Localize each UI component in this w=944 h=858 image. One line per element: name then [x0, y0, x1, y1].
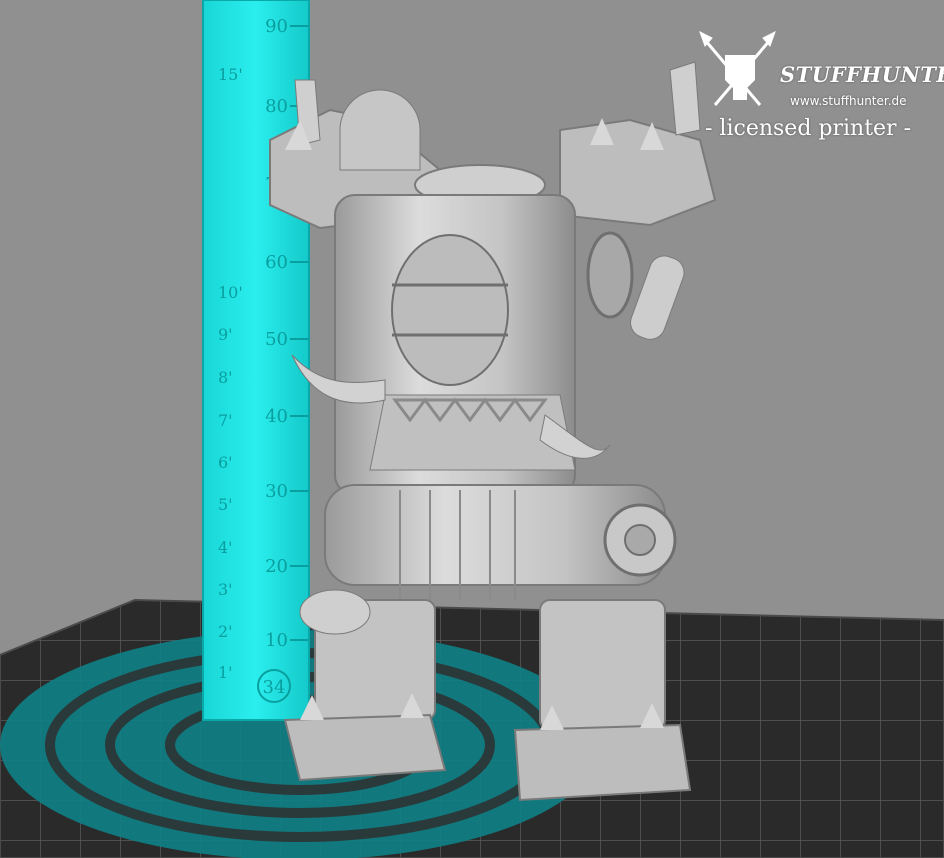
ruler-inch-label: 4': [218, 538, 233, 557]
ruler-cm-label: 60: [265, 252, 288, 273]
ruler-inch-label: 2': [218, 622, 233, 641]
ruler-cm-label: 30: [265, 481, 288, 502]
scale-ruler: 90807060504030201015'10'9'8'7'6'5'4'3'2'…: [202, 0, 310, 721]
ruler-inch-label: 7': [218, 411, 233, 430]
ruler-cm-label: 80: [265, 96, 288, 117]
ruler-badge: 34: [263, 677, 286, 698]
ruler-inch-label: 8': [218, 368, 233, 387]
ruler-cm-label: 20: [265, 556, 288, 577]
watermark-url: www.stuffhunter.de: [790, 94, 907, 108]
ruler-inch-label: 10': [218, 283, 243, 302]
ruler-cm-label: 10: [265, 630, 288, 651]
watermark-tagline: - licensed printer -: [705, 116, 912, 141]
ruler-inch-label: 15': [218, 65, 243, 84]
ruler-inch-label: 5': [218, 495, 233, 514]
ruler-inch-label: 3': [218, 580, 233, 599]
watermark-brand: STUFFHUNTER: [780, 62, 944, 87]
ruler-inch-label: 6': [218, 453, 233, 472]
ruler-inch-label: 1': [218, 663, 233, 682]
ruler-cm-label: 40: [265, 406, 288, 427]
ruler-cm-label: 50: [265, 329, 288, 350]
ruler-cm-label: 90: [265, 16, 288, 37]
ruler-inch-label: 9': [218, 325, 233, 344]
build-plate: [0, 598, 944, 858]
